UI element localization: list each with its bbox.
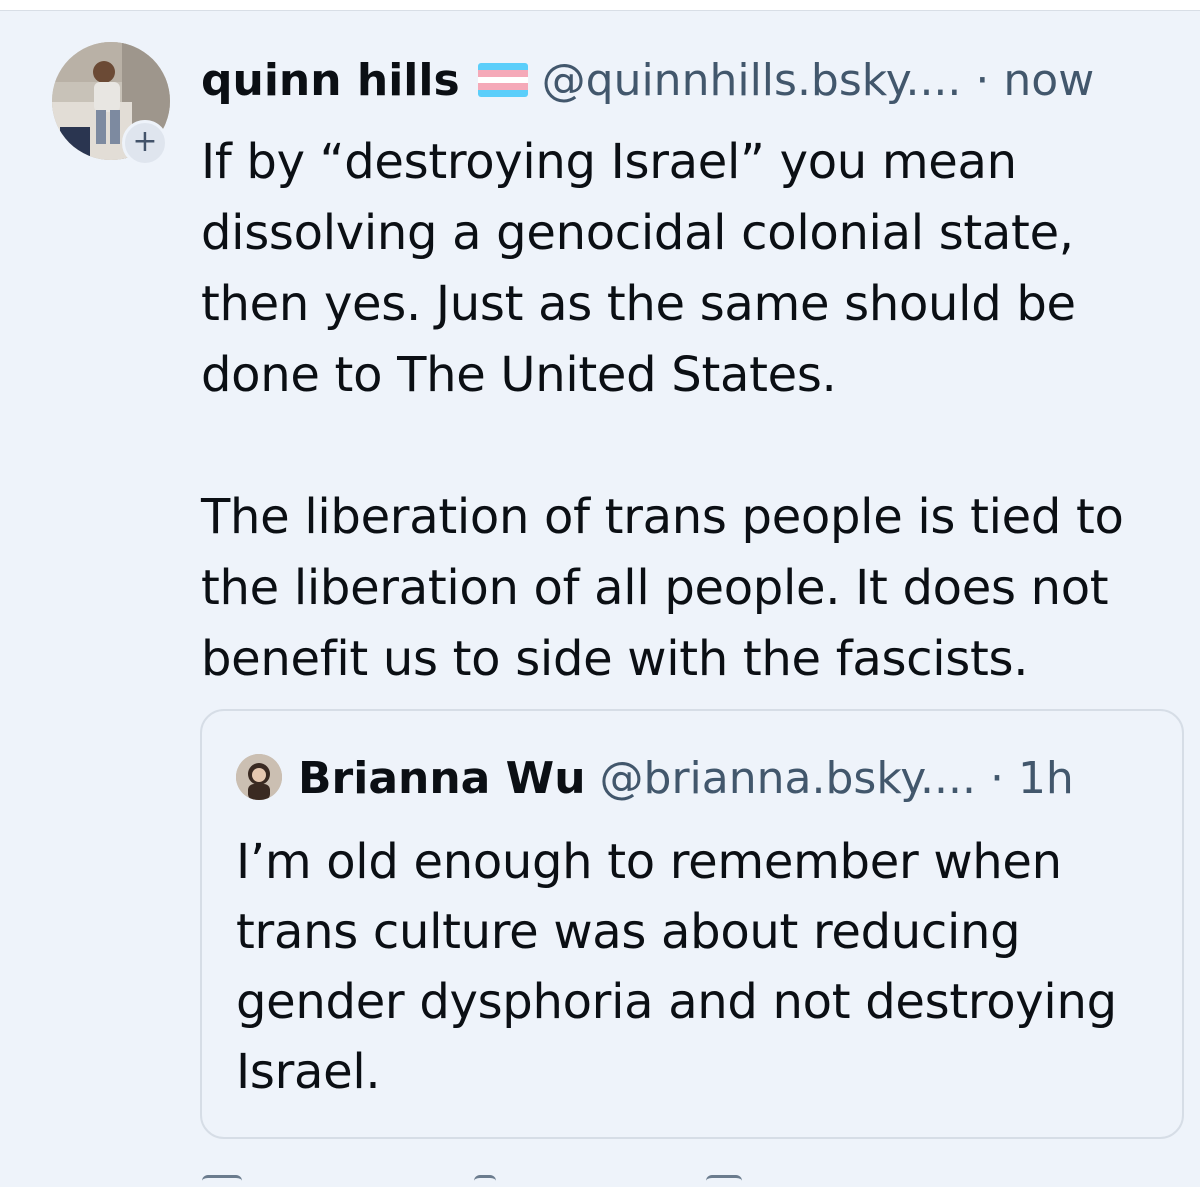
transgender-flag-icon	[477, 63, 528, 97]
quoted-avatar-photo-icon	[236, 754, 282, 800]
author-handle[interactable]: @quinnhills.bsky....	[542, 55, 962, 106]
post-paragraph: If by “destroying Israel” you mean disso…	[201, 134, 1076, 403]
like-icon[interactable]	[706, 1175, 742, 1187]
post-header: quinn hills @quinnhills.bsky.... · now	[201, 53, 1094, 109]
follow-plus-button[interactable]: +	[122, 120, 168, 166]
quoted-post-card[interactable]: Brianna Wu @brianna.bsky.... · 1h I’m ol…	[200, 709, 1184, 1139]
author-name[interactable]: quinn hills	[201, 55, 460, 106]
post-paragraph: The liberation of trans people is tied t…	[201, 489, 1124, 687]
author-avatar-container[interactable]: +	[52, 42, 170, 166]
quoted-post-header: Brianna Wu @brianna.bsky.... · 1h	[236, 751, 1074, 808]
quoted-author-handle: @brianna.bsky....	[599, 753, 976, 804]
top-divider	[0, 0, 1200, 11]
quoted-author-avatar	[236, 754, 282, 800]
post-body: If by “destroying Israel” you mean disso…	[201, 127, 1191, 695]
post-timestamp[interactable]: now	[1003, 55, 1094, 106]
separator-dot: ·	[975, 55, 990, 106]
quoted-post-text: I’m old enough to remember when trans cu…	[236, 834, 1117, 1100]
separator-dot: ·	[989, 753, 1004, 804]
quoted-post-timestamp: 1h	[1017, 753, 1074, 804]
quoted-author-name: Brianna Wu	[298, 753, 586, 804]
post[interactable]: + quinn hills @quinnhills.bsky.... · now…	[0, 11, 1200, 1178]
plus-icon: +	[132, 124, 158, 159]
reply-icon[interactable]	[202, 1175, 242, 1187]
repost-icon[interactable]	[474, 1175, 496, 1187]
